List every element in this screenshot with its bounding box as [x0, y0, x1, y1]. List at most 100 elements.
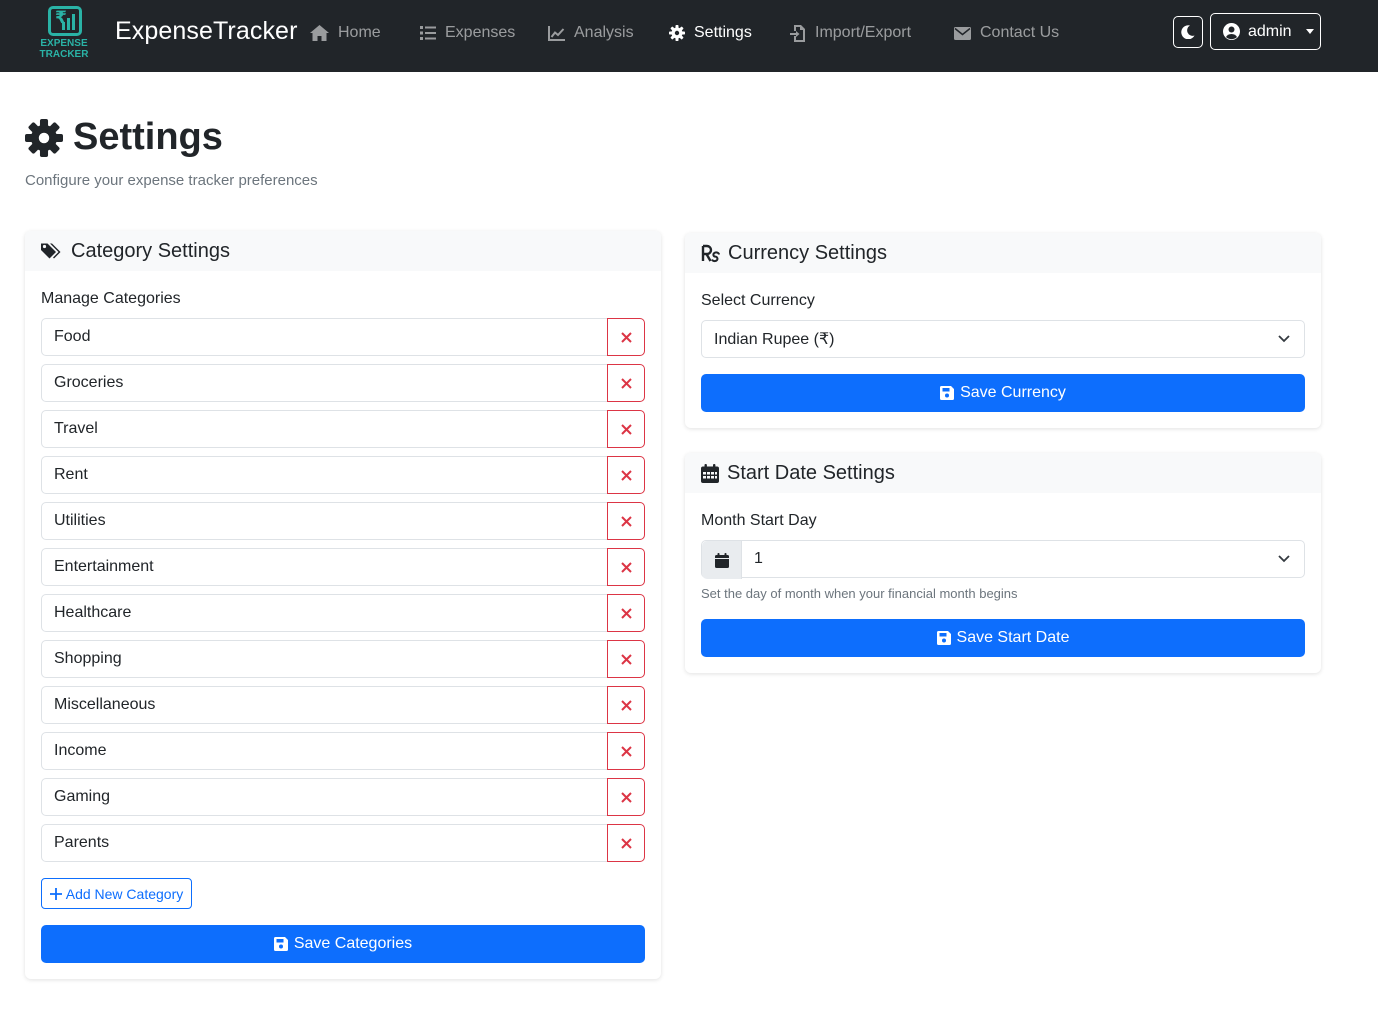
delete-category-button[interactable] [607, 318, 645, 356]
delete-category-button[interactable] [607, 640, 645, 678]
nav-item-home[interactable]: Home [310, 22, 381, 44]
theme-toggle-button[interactable] [1173, 16, 1203, 48]
category-name-input[interactable]: Gaming [41, 778, 608, 816]
gear-icon [25, 118, 63, 157]
close-icon [620, 745, 632, 757]
delete-category-button[interactable] [607, 548, 645, 586]
delete-category-button[interactable] [607, 732, 645, 770]
nav-label-settings: Settings [694, 24, 752, 41]
nav-label-contact: Contact Us [980, 24, 1060, 41]
nav-label-analysis: Analysis [574, 24, 634, 41]
category-name-input[interactable]: Entertainment [41, 548, 608, 586]
nav-item-import-export[interactable]: Import/Export [790, 22, 911, 44]
category-name-input[interactable]: Healthcare [41, 594, 608, 632]
add-category-button[interactable]: Add New Category [41, 878, 192, 909]
rupee-sign-icon [701, 244, 720, 262]
caret-down-icon [1305, 29, 1314, 34]
category-settings-card: Category Settings Manage Categories Food… [25, 231, 661, 979]
file-import-icon [790, 24, 805, 42]
close-icon [620, 423, 632, 435]
close-icon [620, 791, 632, 803]
category-row: Entertainment [41, 548, 645, 586]
category-row: Utilities [41, 502, 645, 540]
category-row: Gaming [41, 778, 645, 816]
chart-line-icon [548, 25, 565, 41]
home-icon [310, 25, 329, 41]
navbar: ₹ EXPENSE TRACKER ExpenseTracker Home Ex… [0, 0, 1378, 72]
category-name-input[interactable]: Utilities [41, 502, 608, 540]
close-icon [620, 331, 632, 343]
category-name-input[interactable]: Shopping [41, 640, 608, 678]
save-icon [936, 631, 951, 645]
nav-label-import-export: Import/Export [815, 24, 912, 41]
user-name: admin [1248, 22, 1292, 40]
delete-category-button[interactable] [607, 594, 645, 632]
brand-name[interactable]: ExpenseTracker [115, 17, 298, 46]
add-category-label: Add New Category [65, 885, 184, 902]
category-name-input[interactable]: Rent [41, 456, 608, 494]
category-row: Healthcare [41, 594, 645, 632]
currency-settings-card: Currency Settings Select Currency Indian… [685, 233, 1321, 428]
category-row: Travel [41, 410, 645, 448]
close-icon [620, 653, 632, 665]
start-date-settings-title: Start Date Settings [727, 461, 895, 484]
manage-categories-label: Manage Categories [41, 290, 181, 307]
envelope-icon [954, 26, 971, 40]
category-name-input[interactable]: Groceries [41, 364, 608, 402]
category-row: Food [41, 318, 645, 356]
delete-category-button[interactable] [607, 364, 645, 402]
save-icon [940, 386, 955, 400]
category-name-input[interactable]: Parents [41, 824, 608, 862]
nav-item-analysis[interactable]: Analysis [548, 22, 634, 44]
nav-label-expenses: Expenses [445, 24, 516, 41]
start-date-settings-card: Start Date Settings Month Start Day 1 Se… [685, 453, 1321, 673]
category-name-input[interactable]: Miscellaneous [41, 686, 608, 724]
month-start-day-select[interactable]: 1 [701, 540, 1305, 579]
category-name-input[interactable]: Income [41, 732, 608, 770]
gear-icon [669, 25, 685, 41]
save-categories-button[interactable]: Save Categories [41, 925, 645, 963]
currency-select[interactable]: Indian Rupee (₹) [701, 320, 1305, 358]
category-row: Miscellaneous [41, 686, 645, 724]
brand-logo[interactable]: ₹ EXPENSE TRACKER [39, 4, 89, 62]
category-settings-title: Category Settings [71, 239, 230, 262]
category-name-input[interactable]: Food [41, 318, 608, 356]
delete-category-button[interactable] [607, 778, 645, 816]
category-row: Groceries [41, 364, 645, 402]
calendar-icon [701, 463, 719, 483]
delete-category-button[interactable] [607, 502, 645, 540]
close-icon [620, 469, 632, 481]
category-settings-header: Category Settings [25, 231, 661, 271]
currency-settings-title: Currency Settings [728, 241, 887, 264]
nav-item-settings[interactable]: Settings [669, 22, 752, 44]
currency-select-value: Indian Rupee (₹) [714, 331, 835, 348]
delete-category-button[interactable] [607, 686, 645, 724]
category-row: Rent [41, 456, 645, 494]
chevron-down-icon [1278, 335, 1290, 343]
save-currency-button[interactable]: Save Currency [701, 374, 1305, 412]
save-categories-label: Save Categories [293, 935, 413, 952]
page-subtitle: Configure your expense tracker preferenc… [25, 172, 318, 189]
close-icon [620, 699, 632, 711]
delete-category-button[interactable] [607, 410, 645, 448]
page-title-text: Settings [73, 116, 223, 158]
nav-label-home: Home [338, 24, 381, 41]
currency-settings-header: Currency Settings [685, 233, 1321, 273]
plus-icon [49, 887, 62, 900]
delete-category-button[interactable] [607, 824, 645, 862]
logo-text: EXPENSE TRACKER [39, 38, 89, 60]
page-title: Settings [25, 116, 223, 159]
chevron-down-icon [1278, 555, 1290, 563]
close-icon [620, 515, 632, 527]
tags-icon [41, 243, 61, 259]
delete-category-button[interactable] [607, 456, 645, 494]
category-name-input[interactable]: Travel [41, 410, 608, 448]
save-start-date-button[interactable]: Save Start Date [701, 619, 1305, 657]
nav-item-expenses[interactable]: Expenses [420, 22, 515, 44]
month-start-day-value: 1 [754, 550, 763, 567]
close-icon [620, 377, 632, 389]
user-menu-button[interactable]: admin [1210, 13, 1321, 50]
category-row: Parents [41, 824, 645, 862]
list-icon [420, 26, 436, 40]
nav-item-contact[interactable]: Contact Us [954, 22, 1059, 44]
